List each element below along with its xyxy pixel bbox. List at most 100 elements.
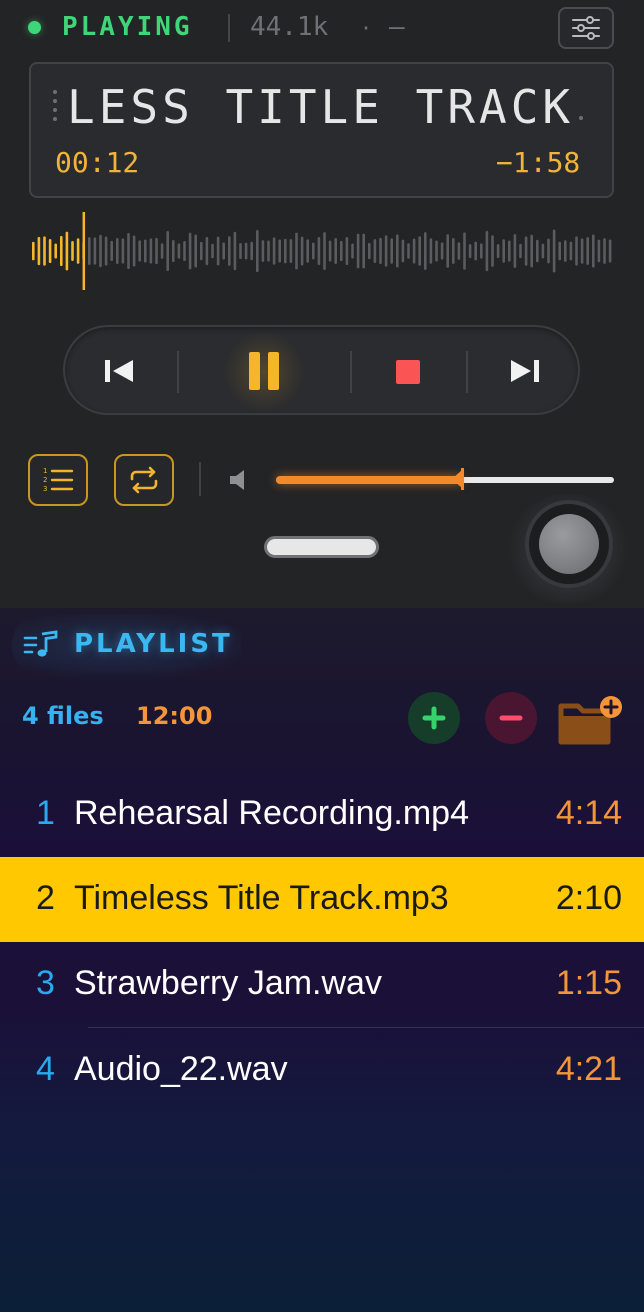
waveform-bar xyxy=(65,231,69,271)
waveform-bar xyxy=(519,243,522,259)
waveform-bar xyxy=(149,238,153,264)
previous-track-button[interactable] xyxy=(102,355,138,387)
waveform-bar xyxy=(295,232,298,270)
waveform-bar xyxy=(54,243,57,259)
svg-text:1: 1 xyxy=(43,467,47,475)
track-duration: 4:14 xyxy=(555,794,622,832)
playlist-toggle-button[interactable]: 123 xyxy=(28,454,88,506)
volume-slider-thumb[interactable] xyxy=(450,466,466,492)
volume-button[interactable] xyxy=(228,467,250,493)
add-folder-button[interactable] xyxy=(556,692,628,750)
music-list-icon xyxy=(22,630,62,660)
waveform-bar xyxy=(88,237,91,265)
waveform-bar xyxy=(597,239,601,263)
transport-divider xyxy=(466,351,468,393)
stop-button[interactable] xyxy=(396,360,420,384)
waveform-playhead[interactable] xyxy=(82,212,86,290)
waveform-bar xyxy=(312,242,315,260)
waveform-bar xyxy=(485,230,489,272)
track-name: Rehearsal Recording.mp4 xyxy=(74,794,469,832)
marquee-edge-left xyxy=(53,90,57,130)
waveform-bar xyxy=(424,232,427,270)
playlist-row-active[interactable]: 2 Timeless Title Track.mp3 2:10 xyxy=(0,857,644,942)
waveform-bar xyxy=(463,232,466,270)
bit-depth: — xyxy=(389,12,405,42)
playlist-row[interactable]: 3 Strawberry Jam.wav 1:15 xyxy=(0,942,644,1027)
folder-add-icon xyxy=(558,696,622,745)
waveform-bar xyxy=(43,236,46,266)
waveform-bar xyxy=(239,242,242,260)
sliders-icon xyxy=(572,16,600,40)
waveform-bar xyxy=(317,236,321,266)
remove-track-button[interactable] xyxy=(485,692,537,744)
waveform-bar xyxy=(530,234,533,268)
waveform-bar xyxy=(603,238,606,264)
status-indicator-dot xyxy=(28,21,41,34)
waveform-bar xyxy=(552,229,556,273)
pause-button[interactable] xyxy=(240,346,288,396)
playlist-row[interactable]: 4 Audio_22.wav 4:21 xyxy=(0,1028,644,1113)
waveform-bar xyxy=(575,236,578,266)
waveform-bar xyxy=(334,238,337,264)
waveform-bar xyxy=(328,240,332,262)
waveform-bar xyxy=(132,235,136,267)
waveform-bar xyxy=(390,238,393,264)
playlist-row[interactable]: 1 Rehearsal Recording.mp4 4:14 xyxy=(0,772,644,857)
waveform-bar xyxy=(71,241,74,261)
waveform-bar xyxy=(580,238,584,264)
controls-divider xyxy=(199,462,201,496)
next-track-button[interactable] xyxy=(506,355,542,387)
track-display: LESS TITLE TRACK 00:12 −1:58 xyxy=(29,62,614,198)
waveform-bar xyxy=(564,240,567,262)
numbered-list-icon: 123 xyxy=(43,467,74,493)
total-duration: 12:00 xyxy=(136,702,213,730)
track-name: Strawberry Jam.wav xyxy=(74,964,382,1002)
waveform-bar xyxy=(368,242,371,260)
waveform-bar xyxy=(384,235,388,267)
waveform-bar xyxy=(373,239,377,263)
waveform-bar xyxy=(547,238,550,264)
svg-text:2: 2 xyxy=(43,476,47,484)
waveform-bar xyxy=(267,240,270,262)
waveform-bar xyxy=(536,239,539,263)
header-divider xyxy=(228,14,230,42)
waveform-bar xyxy=(216,236,220,266)
volume-slider-fill xyxy=(276,476,462,484)
waveform-bar xyxy=(104,236,108,266)
waveform-bar xyxy=(250,241,253,261)
waveform-bar xyxy=(541,243,545,259)
waveform-bar xyxy=(306,239,309,263)
add-track-button[interactable] xyxy=(408,692,460,744)
waveform-scrubber[interactable] xyxy=(30,208,614,294)
minus-icon xyxy=(499,715,523,721)
waveform-bar xyxy=(278,239,281,263)
waveform-bar xyxy=(138,240,141,262)
track-title-marquee: LESS TITLE TRACK xyxy=(67,80,575,134)
jog-wheel[interactable] xyxy=(525,500,613,588)
waveform-bar xyxy=(76,238,80,264)
settings-button[interactable] xyxy=(558,7,614,49)
waveform-bar xyxy=(228,236,231,266)
repeat-icon xyxy=(130,466,158,494)
transport-bar xyxy=(63,325,580,415)
playlist-title: PLAYLIST xyxy=(74,629,233,659)
waveform-bar xyxy=(407,243,410,259)
skip-forward-icon xyxy=(511,360,539,382)
waveform-bar xyxy=(446,234,449,268)
waveform-bar xyxy=(177,243,181,259)
track-name: Audio_22.wav xyxy=(74,1050,288,1088)
waveform-bar xyxy=(256,229,259,273)
waveform-bar xyxy=(323,232,326,270)
track-number: 2 xyxy=(36,879,55,917)
repeat-toggle-button[interactable] xyxy=(114,454,174,506)
transport-divider xyxy=(350,351,352,393)
waveform-bar xyxy=(160,243,164,259)
waveform-bar xyxy=(502,239,505,263)
drawer-grab-handle[interactable] xyxy=(264,536,379,558)
waveform-bar xyxy=(300,236,304,266)
waveform-bar xyxy=(457,242,461,260)
waveform-bar xyxy=(99,234,102,268)
waveform-bar xyxy=(60,235,63,267)
waveform-bar xyxy=(144,239,147,263)
waveform-bar xyxy=(233,231,237,271)
